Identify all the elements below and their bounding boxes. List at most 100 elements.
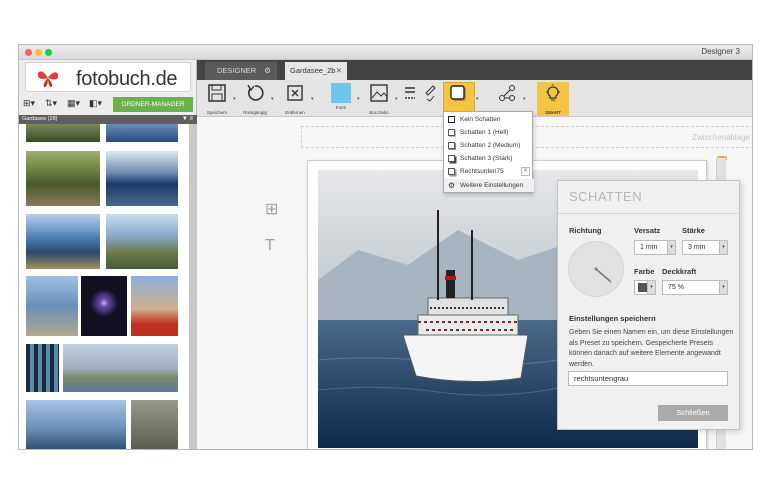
panel-title: SCHATTEN (569, 189, 643, 204)
connect-icon (499, 85, 515, 101)
close-button[interactable]: Schließen (658, 405, 728, 421)
close-window-button[interactable] (25, 49, 32, 56)
box-deco-dropdown-icon[interactable]: ▾ (395, 96, 398, 102)
color-label: Farbe (634, 267, 655, 276)
direction-dial[interactable] (568, 241, 624, 297)
photo-thumbnail[interactable] (106, 214, 178, 269)
menu-item-label: Rechtsunten75 (460, 168, 504, 175)
box-deco-button[interactable]: Box Deko (363, 82, 395, 116)
pen-button[interactable] (421, 82, 439, 116)
photo-thumbnail[interactable] (26, 124, 100, 142)
menu-item-shadow-2[interactable]: Schatten 2 (Medium) (444, 139, 534, 152)
offset-value: 1 mm (640, 244, 658, 251)
pen-icon (425, 85, 436, 102)
dial-needle-icon (594, 267, 612, 283)
preset-name-input[interactable]: rechtsuntengrau (568, 371, 728, 386)
menu-item-label: Weitere Einstellungen (460, 182, 524, 189)
line-style-button[interactable] (401, 82, 419, 116)
strength-select[interactable]: 3 mm ▾ (682, 240, 728, 255)
smart-button[interactable]: SMART (537, 82, 569, 116)
layout-icon[interactable]: ▦▾ (67, 98, 80, 109)
photo-thumbnail[interactable] (131, 400, 178, 449)
photo-thumbnail[interactable] (26, 214, 100, 269)
menu-item-shadow-3[interactable]: Schatten 3 (Stark) (444, 152, 534, 165)
remove-icon (287, 85, 303, 101)
menu-item-no-shadow[interactable]: Kein Schatten (444, 113, 534, 126)
photo-thumbnail[interactable] (26, 400, 126, 449)
image-frame-icon (370, 84, 388, 102)
minimize-window-button[interactable] (35, 49, 42, 56)
grid-view-icon[interactable]: ⊞▾ (23, 98, 35, 109)
left-sidebar: fotobuch.de ⊞▾ ⇅▾ ▦▾ ◧▾ ORDNER-MANAGER G… (19, 60, 197, 449)
shadow-settings-panel: SCHATTEN Richtung Versatz 1 mm ▾ Stärke … (557, 180, 741, 430)
close-tab-icon[interactable]: ✕ (336, 62, 342, 80)
tab-document[interactable]: Gardasee_2b ✕ (285, 62, 347, 80)
photo-thumbnail[interactable] (26, 344, 59, 392)
shadow-dropdown-icon[interactable]: ▾ (476, 96, 479, 102)
shape-button[interactable]: Form (325, 82, 357, 116)
shape-color-icon (331, 83, 351, 103)
fill-icon[interactable]: ◧▾ (89, 98, 102, 109)
window-title: Designer 3 (701, 47, 740, 56)
add-text-icon[interactable]: T (265, 237, 275, 255)
photo-thumbnail-grid (19, 124, 189, 449)
shadow-dropdown-menu: Kein Schatten Schatten 1 (Hell) Schatten… (443, 111, 534, 193)
thumbnail-scrollbar[interactable] (189, 124, 197, 449)
photo-thumbnail[interactable] (131, 276, 178, 336)
shadow-medium-icon (448, 142, 455, 149)
undo-button[interactable]: Rückgängig (239, 82, 271, 116)
photo-thumbnail[interactable] (26, 276, 78, 336)
panel-divider (558, 213, 741, 214)
shadow-icon (450, 85, 466, 101)
floppy-disk-icon (208, 84, 226, 102)
album-header[interactable]: Gardasee (28) ▼ ≡ (19, 115, 197, 124)
remove-dropdown-icon[interactable]: ▾ (311, 96, 314, 102)
chevron-down-icon: ▾ (719, 241, 727, 254)
folder-manager-button[interactable]: ORDNER-MANAGER (113, 97, 193, 112)
save-button[interactable]: Speichern (201, 82, 233, 116)
tab-bar: DESIGNER ⚙ Gardasee_2b ✕ (197, 60, 752, 80)
line-style-icon (405, 87, 415, 99)
menu-item-preset[interactable]: Rechtsunten75 ✕ (444, 165, 534, 178)
filter-icon[interactable]: ▼ ≡ (182, 115, 193, 124)
opacity-label: Deckkraft (662, 267, 697, 276)
opacity-select[interactable]: 75 % ▾ (662, 280, 728, 295)
smart-label: SMART (545, 110, 561, 115)
shape-dropdown-icon[interactable]: ▾ (357, 96, 360, 102)
gear-icon[interactable]: ⚙ (264, 62, 271, 80)
photo-thumbnail[interactable] (81, 276, 127, 336)
album-title: Gardasee (28) (22, 116, 58, 122)
chevron-down-icon: ▾ (719, 281, 727, 294)
assign-dropdown-icon[interactable]: ▾ (523, 96, 526, 102)
menu-item-label: Schatten 3 (Stark) (460, 155, 513, 162)
direction-label: Richtung (569, 226, 602, 235)
photo-thumbnail[interactable] (26, 151, 100, 206)
gear-icon: ⚙ (448, 181, 456, 190)
color-picker[interactable]: ▾ (634, 280, 656, 295)
tab-designer[interactable]: DESIGNER ⚙ (205, 62, 277, 80)
tab-designer-label: DESIGNER (217, 66, 257, 75)
offset-select[interactable]: 1 mm ▾ (634, 240, 676, 255)
undo-icon (247, 84, 264, 101)
menu-item-shadow-1[interactable]: Schatten 1 (Hell) (444, 126, 534, 139)
sort-icon[interactable]: ⇅▾ (45, 98, 57, 109)
add-image-icon[interactable]: ⊞ (265, 199, 278, 219)
photo-thumbnail[interactable] (63, 344, 178, 392)
photo-thumbnail[interactable] (106, 124, 178, 142)
logo-text: fotobuch.de (76, 68, 178, 90)
photo-thumbnail[interactable] (106, 151, 178, 206)
maximize-window-button[interactable] (45, 49, 52, 56)
logo: fotobuch.de (25, 62, 191, 92)
remove-label: Entfernen (285, 110, 305, 115)
shadow-light-icon (448, 129, 455, 136)
delete-preset-icon[interactable]: ✕ (521, 167, 530, 176)
undo-dropdown-icon[interactable]: ▾ (271, 96, 274, 102)
chevron-down-icon: ▾ (647, 281, 655, 294)
box-deco-label: Box Deko (369, 110, 389, 115)
save-dropdown-icon[interactable]: ▾ (233, 96, 236, 102)
menu-item-more-settings[interactable]: ⚙ Weitere Einstellungen (444, 179, 534, 192)
butterfly-logo-icon (37, 71, 59, 87)
chevron-down-icon: ▾ (667, 241, 675, 254)
remove-button[interactable]: Entfernen (279, 82, 311, 116)
strength-label: Stärke (682, 226, 705, 235)
